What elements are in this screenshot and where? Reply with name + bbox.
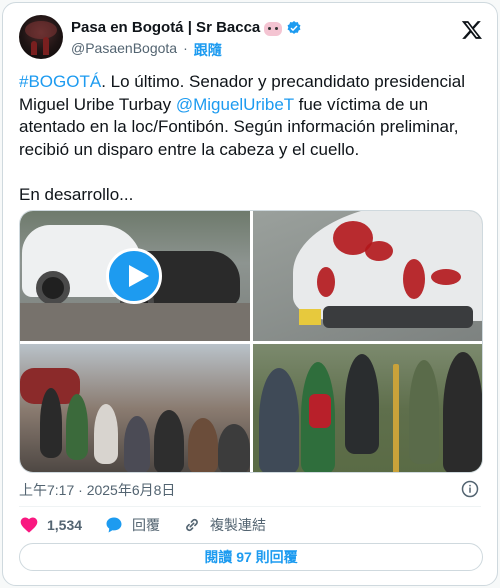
name-line: Pasa en Bogotá | Sr Bacca <box>71 19 302 36</box>
info-icon[interactable] <box>461 480 479 498</box>
tweet-text-part: En desarrollo... <box>19 184 134 204</box>
tweet-card: Pasa en Bogotá | Sr Bacca @PasaenBogota … <box>2 2 498 586</box>
person-shape <box>188 418 218 472</box>
person-shape <box>124 416 150 472</box>
heart-icon <box>20 517 38 533</box>
divider <box>19 506 481 507</box>
license-plate-shape <box>299 309 321 325</box>
person-shape <box>345 354 379 454</box>
mention-link[interactable]: @MiguelUribeT <box>176 95 294 114</box>
photo-crowd-street[interactable] <box>20 344 250 472</box>
account-handle[interactable]: @PasaenBogota <box>71 40 177 60</box>
blood-stain-shape <box>317 267 335 297</box>
hashtag-link[interactable]: #BOGOTÁ <box>19 72 101 91</box>
avatar-figure <box>31 41 37 55</box>
pole-shape <box>393 364 399 472</box>
photo-blood-on-car-hood[interactable] <box>253 211 482 341</box>
read-replies-button[interactable]: 閱讀 97 則回覆 <box>19 543 483 571</box>
x-logo-icon[interactable] <box>461 19 483 41</box>
like-count: 1,534 <box>47 517 83 533</box>
person-shape <box>409 360 439 464</box>
tweet-header: Pasa en Bogotá | Sr Bacca @PasaenBogota … <box>19 15 483 63</box>
display-name[interactable]: Pasa en Bogotá | Sr Bacca <box>71 19 260 36</box>
blood-stain-shape <box>365 241 393 261</box>
photo-police-crowd[interactable] <box>253 344 482 472</box>
blood-stain-shape <box>403 259 425 299</box>
reply-button[interactable]: 回覆 <box>104 515 160 535</box>
verified-badge-icon <box>287 20 301 34</box>
handle-line: @PasaenBogota · 跟隨 <box>71 40 222 60</box>
person-shape <box>259 368 299 472</box>
play-icon[interactable] <box>106 248 162 304</box>
person-shape <box>66 394 88 460</box>
avatar-figure <box>43 37 49 55</box>
follow-button[interactable]: 跟隨 <box>194 40 222 60</box>
person-shape <box>218 424 250 472</box>
avatar-sky <box>25 21 57 39</box>
action-bar: 1,534 回覆 複製連結 <box>19 515 288 535</box>
pig-face-emoji-icon <box>264 21 283 36</box>
tweet-timestamp[interactable]: 上午7:17 · 2025年6月8日 <box>19 480 175 500</box>
person-shape <box>154 410 184 472</box>
reply-label: 回覆 <box>132 517 161 533</box>
link-icon <box>186 518 198 532</box>
photo-street-motorcycle[interactable] <box>20 211 250 341</box>
avatar[interactable] <box>19 15 63 59</box>
car-wheel-shape <box>36 271 70 305</box>
road-shape <box>20 303 250 341</box>
copy-link-button[interactable]: 複製連結 <box>182 515 266 535</box>
media-grid <box>19 210 483 473</box>
separator-dot: · <box>183 40 188 56</box>
person-shape <box>443 352 482 472</box>
car-grille-shape <box>323 306 473 328</box>
copy-link-label: 複製連結 <box>210 517 267 533</box>
car-hood-shape <box>293 211 482 321</box>
reply-bubble-icon <box>106 517 122 533</box>
person-shape <box>40 388 62 458</box>
like-button[interactable]: 1,534 <box>19 515 82 535</box>
person-shape <box>94 404 118 464</box>
tweet-text: #BOGOTÁ. Lo último. Senador y precandida… <box>19 71 487 207</box>
blood-stain-shape <box>431 269 461 285</box>
red-backpack-shape <box>309 394 331 428</box>
